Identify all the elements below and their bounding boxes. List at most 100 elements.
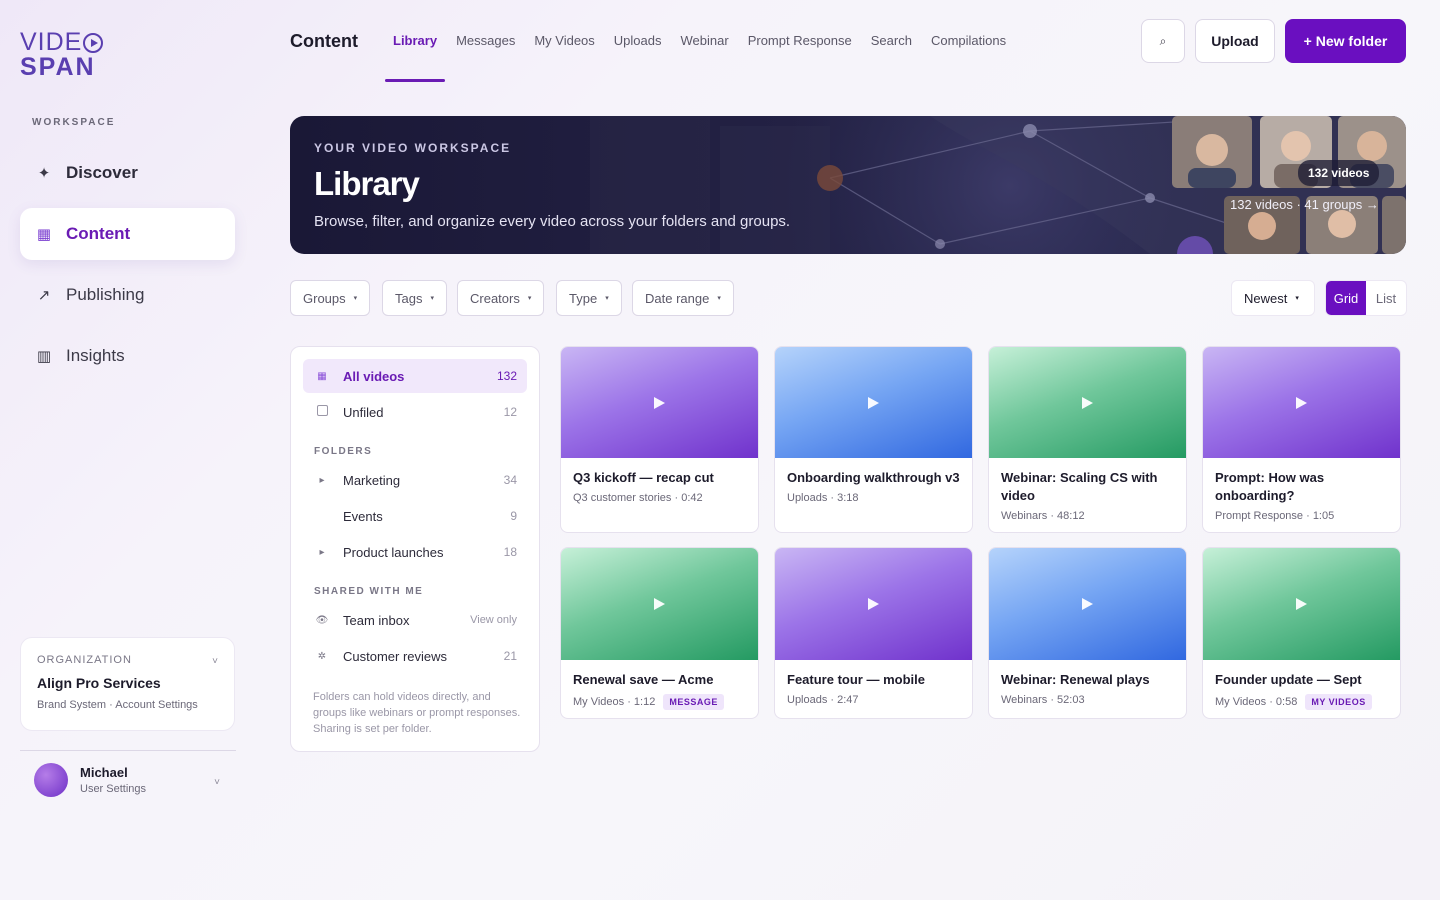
video-title: Renewal save — Acme <box>573 672 714 687</box>
tab-webinar[interactable]: Webinar <box>681 33 729 82</box>
caret-down-icon: ▾ <box>430 295 434 302</box>
folder-events[interactable]: Events 9 <box>303 499 527 533</box>
filter-date-range[interactable]: Date range ▾ <box>632 280 734 316</box>
library-hero-banner: YOUR VIDEO WORKSPACE Library Browse, fil… <box>290 116 1406 254</box>
video-title: Prompt: How was onboarding? <box>1215 470 1325 503</box>
play-icon <box>868 396 879 409</box>
sidebar-item-content[interactable]: ▦ Content <box>20 208 235 260</box>
sort-dropdown[interactable]: Newest ▾ <box>1231 280 1315 316</box>
grid-view-button[interactable]: Grid <box>1326 281 1366 315</box>
folder-product-launches[interactable]: ▸ Product launches 18 <box>303 535 527 569</box>
tab-uploads[interactable]: Uploads <box>614 33 662 82</box>
folder-unfiled[interactable]: Unfiled 12 <box>303 395 527 429</box>
organization-switcher[interactable]: ORGANIZATION Align Pro Services Brand Sy… <box>20 637 235 731</box>
organization-links[interactable]: Brand System · Account Settings <box>37 699 218 711</box>
expand-arrow-icon[interactable]: ▸ <box>313 547 331 558</box>
video-title: Webinar: Scaling CS with video <box>1001 470 1158 503</box>
grid-icon: ▦ <box>317 370 327 382</box>
hero-stats-link[interactable]: 132 videos · 41 groups → <box>1230 197 1379 212</box>
video-thumbnail[interactable] <box>989 548 1186 660</box>
video-card[interactable]: Founder update — Sept My Videos · 0:58 MY… <box>1202 547 1401 719</box>
organization-label: ORGANIZATION <box>37 654 132 666</box>
shared-section-label: SHARED WITH ME <box>314 586 424 597</box>
folder-count: 18 <box>503 545 517 559</box>
folder-label: Marketing <box>343 472 401 488</box>
video-thumbnail[interactable] <box>775 548 972 660</box>
folders-panel: ▦ All videos 132 Unfiled 12 FOLDERS ▸ Ma… <box>290 346 540 752</box>
page-title: Content <box>290 31 358 51</box>
video-thumbnail[interactable] <box>775 347 972 458</box>
tab-compilations[interactable]: Compilations <box>931 33 1006 82</box>
tab-search[interactable]: Search <box>871 33 912 82</box>
play-icon <box>868 598 879 610</box>
folders-help-note: Folders can hold videos directly, and gr… <box>313 691 521 735</box>
content-tabs: Library Messages My Videos Uploads Webin… <box>384 33 1025 82</box>
tab-library[interactable]: Library <box>384 33 446 82</box>
video-title: Onboarding walkthrough v3 <box>787 470 960 485</box>
tab-prompt-response[interactable]: Prompt Response <box>748 33 852 82</box>
sort-label: Newest <box>1244 290 1288 306</box>
new-folder-button[interactable]: + New folder <box>1285 19 1406 63</box>
filter-groups[interactable]: Groups ▾ <box>290 280 371 316</box>
caret-down-icon: ▾ <box>717 295 721 302</box>
organization-name: Align Pro Services <box>37 675 161 691</box>
workspace-section-label: WORKSPACE <box>32 117 116 128</box>
sidebar-item-publishing[interactable]: ↗ Publishing <box>20 269 235 321</box>
user-name: Michael <box>80 765 128 780</box>
caret-down-icon: ▾ <box>1295 295 1299 302</box>
folder-all-videos[interactable]: ▦ All videos 132 <box>303 359 527 393</box>
chevron-down-icon: ˅ <box>212 656 218 667</box>
list-view-button[interactable]: List <box>1366 281 1406 315</box>
avatar <box>34 763 68 797</box>
video-meta: Prompt Response · 1:05 <box>1215 510 1335 522</box>
sidebar-item-insights[interactable]: ▥ Insights <box>20 330 235 382</box>
expand-arrow-icon[interactable]: ▸ <box>313 475 331 486</box>
folder-label: Product launches <box>343 544 444 560</box>
video-thumbnail[interactable] <box>1203 347 1400 458</box>
upload-button[interactable]: Upload <box>1195 19 1275 63</box>
sidebar-item-label: Content <box>66 224 131 243</box>
gear-icon: ✲ <box>317 650 327 662</box>
folder-label: All videos <box>343 368 405 384</box>
user-settings-link: User Settings <box>80 783 147 795</box>
sidebar-item-label: Discover <box>66 163 138 182</box>
video-card[interactable]: Webinar: Scaling CS with video Webinars … <box>988 346 1187 533</box>
folder-label: Events <box>343 508 383 524</box>
folder-count: 132 <box>496 369 517 383</box>
video-card[interactable]: Q3 kickoff — recap cut Q3 customer stori… <box>560 346 759 533</box>
folder-marketing[interactable]: ▸ Marketing 34 <box>303 463 527 497</box>
play-icon <box>1296 598 1307 610</box>
arrow-up-right-icon: ↗ <box>37 287 51 304</box>
video-thumbnail[interactable] <box>989 347 1186 458</box>
folder-customer-reviews[interactable]: ✲ Customer reviews 21 <box>303 639 527 673</box>
folder-count: 34 <box>503 473 517 487</box>
user-menu[interactable]: Michael User Settings ˅ <box>34 763 224 797</box>
logo[interactable]: VIDE SPAN <box>20 30 104 80</box>
folder-label: Customer reviews <box>343 648 448 664</box>
play-icon <box>654 396 665 409</box>
folder-team-inbox[interactable]: 👁 Team inbox View only <box>303 603 527 637</box>
video-type-tag: MESSAGE <box>663 694 724 710</box>
video-title: Founder update — Sept <box>1215 672 1362 687</box>
sparkle-icon: ✦ <box>37 165 51 182</box>
video-card[interactable]: Onboarding walkthrough v3 Uploads · 3:18 <box>774 346 973 533</box>
filter-creators[interactable]: Creators ▾ <box>457 280 545 316</box>
folder-label: Unfiled <box>343 404 384 420</box>
filter-tags[interactable]: Tags ▾ <box>382 280 447 316</box>
sidebar-item-discover[interactable]: ✦ Discover <box>20 147 235 199</box>
video-card[interactable]: Renewal save — Acme My Videos · 1:12 MESS… <box>560 547 759 719</box>
sidebar: VIDE SPAN WORKSPACE ✦ Discover ▦ Content… <box>0 0 256 900</box>
tab-my-videos[interactable]: My Videos <box>534 33 594 82</box>
chevron-down-icon: ˅ <box>214 777 220 788</box>
filter-type[interactable]: Type ▾ <box>556 280 622 316</box>
video-card[interactable]: Webinar: Renewal plays Webinars · 52:03 <box>988 547 1187 719</box>
tab-messages[interactable]: Messages <box>456 33 515 82</box>
search-button[interactable]: ⌕ <box>1141 19 1185 63</box>
video-meta: Uploads · 2:47 <box>787 694 859 706</box>
video-thumbnail[interactable] <box>561 548 758 660</box>
unfiled-icon <box>313 405 331 419</box>
video-card[interactable]: Feature tour — mobile Uploads · 2:47 <box>774 547 973 719</box>
video-thumbnail[interactable] <box>1203 548 1400 660</box>
video-card[interactable]: Prompt: How was onboarding? Prompt Respo… <box>1202 346 1401 533</box>
video-thumbnail[interactable] <box>561 347 758 458</box>
